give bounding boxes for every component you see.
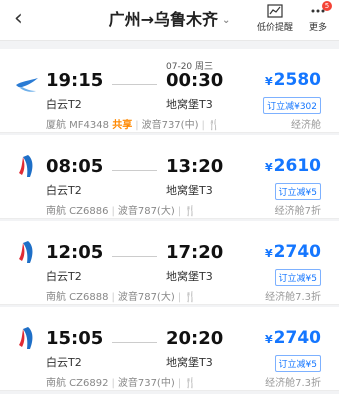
aircraft-type: 波音787(大) bbox=[117, 206, 175, 217]
departure-time: 08:05 bbox=[46, 156, 104, 177]
currency-symbol: ¥ bbox=[265, 247, 273, 260]
departure-time: 15:05 bbox=[46, 328, 104, 349]
cabin-class: 经济舱7.3折 bbox=[265, 378, 321, 389]
meal-icon: 🍴 bbox=[184, 378, 197, 389]
discount-tag: 订立减¥5 bbox=[274, 269, 321, 286]
flight-meta: 南航 CZ6886 | 波音787(大) | 🍴 bbox=[46, 206, 197, 217]
currency-symbol: ¥ bbox=[265, 161, 273, 174]
arrival-time: 17:20 bbox=[166, 242, 224, 263]
flight-card[interactable]: 07-20 周三 19:15 00:30 白云T2 地窝堡T3 ¥2580 订立… bbox=[0, 49, 339, 133]
arrival-time: 20:20 bbox=[166, 328, 224, 349]
price-alert-label: 低价提醒 bbox=[256, 23, 293, 33]
xiamen-airlines-logo-icon bbox=[16, 78, 38, 92]
route-line bbox=[112, 170, 157, 171]
arrival-time: 13:20 bbox=[166, 156, 224, 177]
departure-airport: 白云T2 bbox=[46, 98, 82, 111]
notification-badge: 5 bbox=[322, 1, 332, 11]
meal-icon: 🍴 bbox=[207, 120, 221, 131]
meal-icon: 🍴 bbox=[184, 206, 197, 217]
flight-card[interactable]: 12:05 17:20 白云T2 地窝堡T3 ¥2740 订立减¥5 南航 CZ… bbox=[0, 221, 339, 305]
flight-card[interactable]: 08:05 13:20 白云T2 地窝堡T3 ¥2610 订立减¥5 南航 CZ… bbox=[0, 135, 339, 219]
price: ¥2740 bbox=[265, 242, 321, 262]
cabin-class: 经济舱 bbox=[291, 120, 321, 131]
currency-symbol: ¥ bbox=[265, 75, 273, 88]
more-label: 更多 bbox=[308, 23, 327, 33]
chevron-down-icon[interactable]: ⌄ bbox=[222, 15, 230, 26]
discount-tag: 订立减¥5 bbox=[274, 183, 321, 200]
flight-meta: 南航 CZ6892 | 波音737(中) | 🍴 bbox=[46, 378, 197, 389]
currency-symbol: ¥ bbox=[265, 333, 273, 346]
price-value: 2740 bbox=[273, 328, 321, 348]
flight-card[interactable]: 15:05 20:20 白云T2 地窝堡T3 ¥2740 订立减¥5 南航 CZ… bbox=[0, 307, 339, 391]
departure-time: 19:15 bbox=[46, 70, 104, 91]
price: ¥2580 bbox=[265, 70, 321, 90]
departure-airport: 白云T2 bbox=[46, 270, 82, 283]
flight-number: 厦航 MF4348 bbox=[46, 120, 110, 131]
route-line bbox=[112, 256, 157, 257]
price: ¥2610 bbox=[265, 156, 321, 176]
flight-number: 南航 CZ6888 bbox=[46, 292, 109, 303]
arrival-airport: 地窝堡T3 bbox=[166, 270, 213, 283]
china-southern-logo-icon bbox=[19, 155, 33, 177]
discount-tag: 订立减¥5 bbox=[274, 355, 321, 372]
departure-airport: 白云T2 bbox=[46, 184, 82, 197]
price-alert-button[interactable]: 低价提醒 bbox=[255, 4, 295, 33]
codeshare-label: 共享 bbox=[112, 120, 133, 131]
header-bar: ‹ 广州→乌鲁木齐 ⌄ 低价提醒 更多 5 bbox=[0, 0, 339, 41]
arrival-airport: 地窝堡T3 bbox=[166, 184, 213, 197]
china-southern-logo-icon bbox=[19, 327, 33, 349]
price-value: 2610 bbox=[273, 156, 321, 176]
aircraft-type: 波音737(中) bbox=[117, 378, 175, 389]
aircraft-type: 波音787(大) bbox=[117, 292, 175, 303]
flight-meta: 厦航 MF4348 共享 | 波音737(中) | 🍴 bbox=[46, 120, 221, 131]
discount-tag: 订立减¥302 bbox=[263, 97, 321, 114]
flight-number: 南航 CZ6886 bbox=[46, 206, 109, 217]
meal-icon: 🍴 bbox=[184, 292, 197, 303]
flight-meta: 南航 CZ6888 | 波音787(大) | 🍴 bbox=[46, 292, 197, 303]
route-line bbox=[112, 84, 157, 85]
aircraft-type: 波音737(中) bbox=[141, 120, 199, 131]
arrival-time: 00:30 bbox=[166, 70, 224, 91]
arrival-airport: 地窝堡T3 bbox=[166, 356, 213, 369]
flight-number: 南航 CZ6892 bbox=[46, 378, 109, 389]
price-value: 2740 bbox=[273, 242, 321, 262]
departure-airport: 白云T2 bbox=[46, 356, 82, 369]
more-button[interactable]: 更多 5 bbox=[298, 1, 338, 33]
price-value: 2580 bbox=[273, 70, 321, 90]
cabin-class: 经济舱7折 bbox=[274, 206, 321, 217]
arrival-airport: 地窝堡T3 bbox=[166, 98, 213, 111]
route-label[interactable]: 广州→乌鲁木齐 bbox=[109, 10, 218, 29]
china-southern-logo-icon bbox=[19, 241, 33, 263]
trend-chart-icon bbox=[267, 4, 283, 18]
departure-time: 12:05 bbox=[46, 242, 104, 263]
route-line bbox=[112, 342, 157, 343]
cabin-class: 经济舱7.3折 bbox=[265, 292, 321, 303]
price: ¥2740 bbox=[265, 328, 321, 348]
